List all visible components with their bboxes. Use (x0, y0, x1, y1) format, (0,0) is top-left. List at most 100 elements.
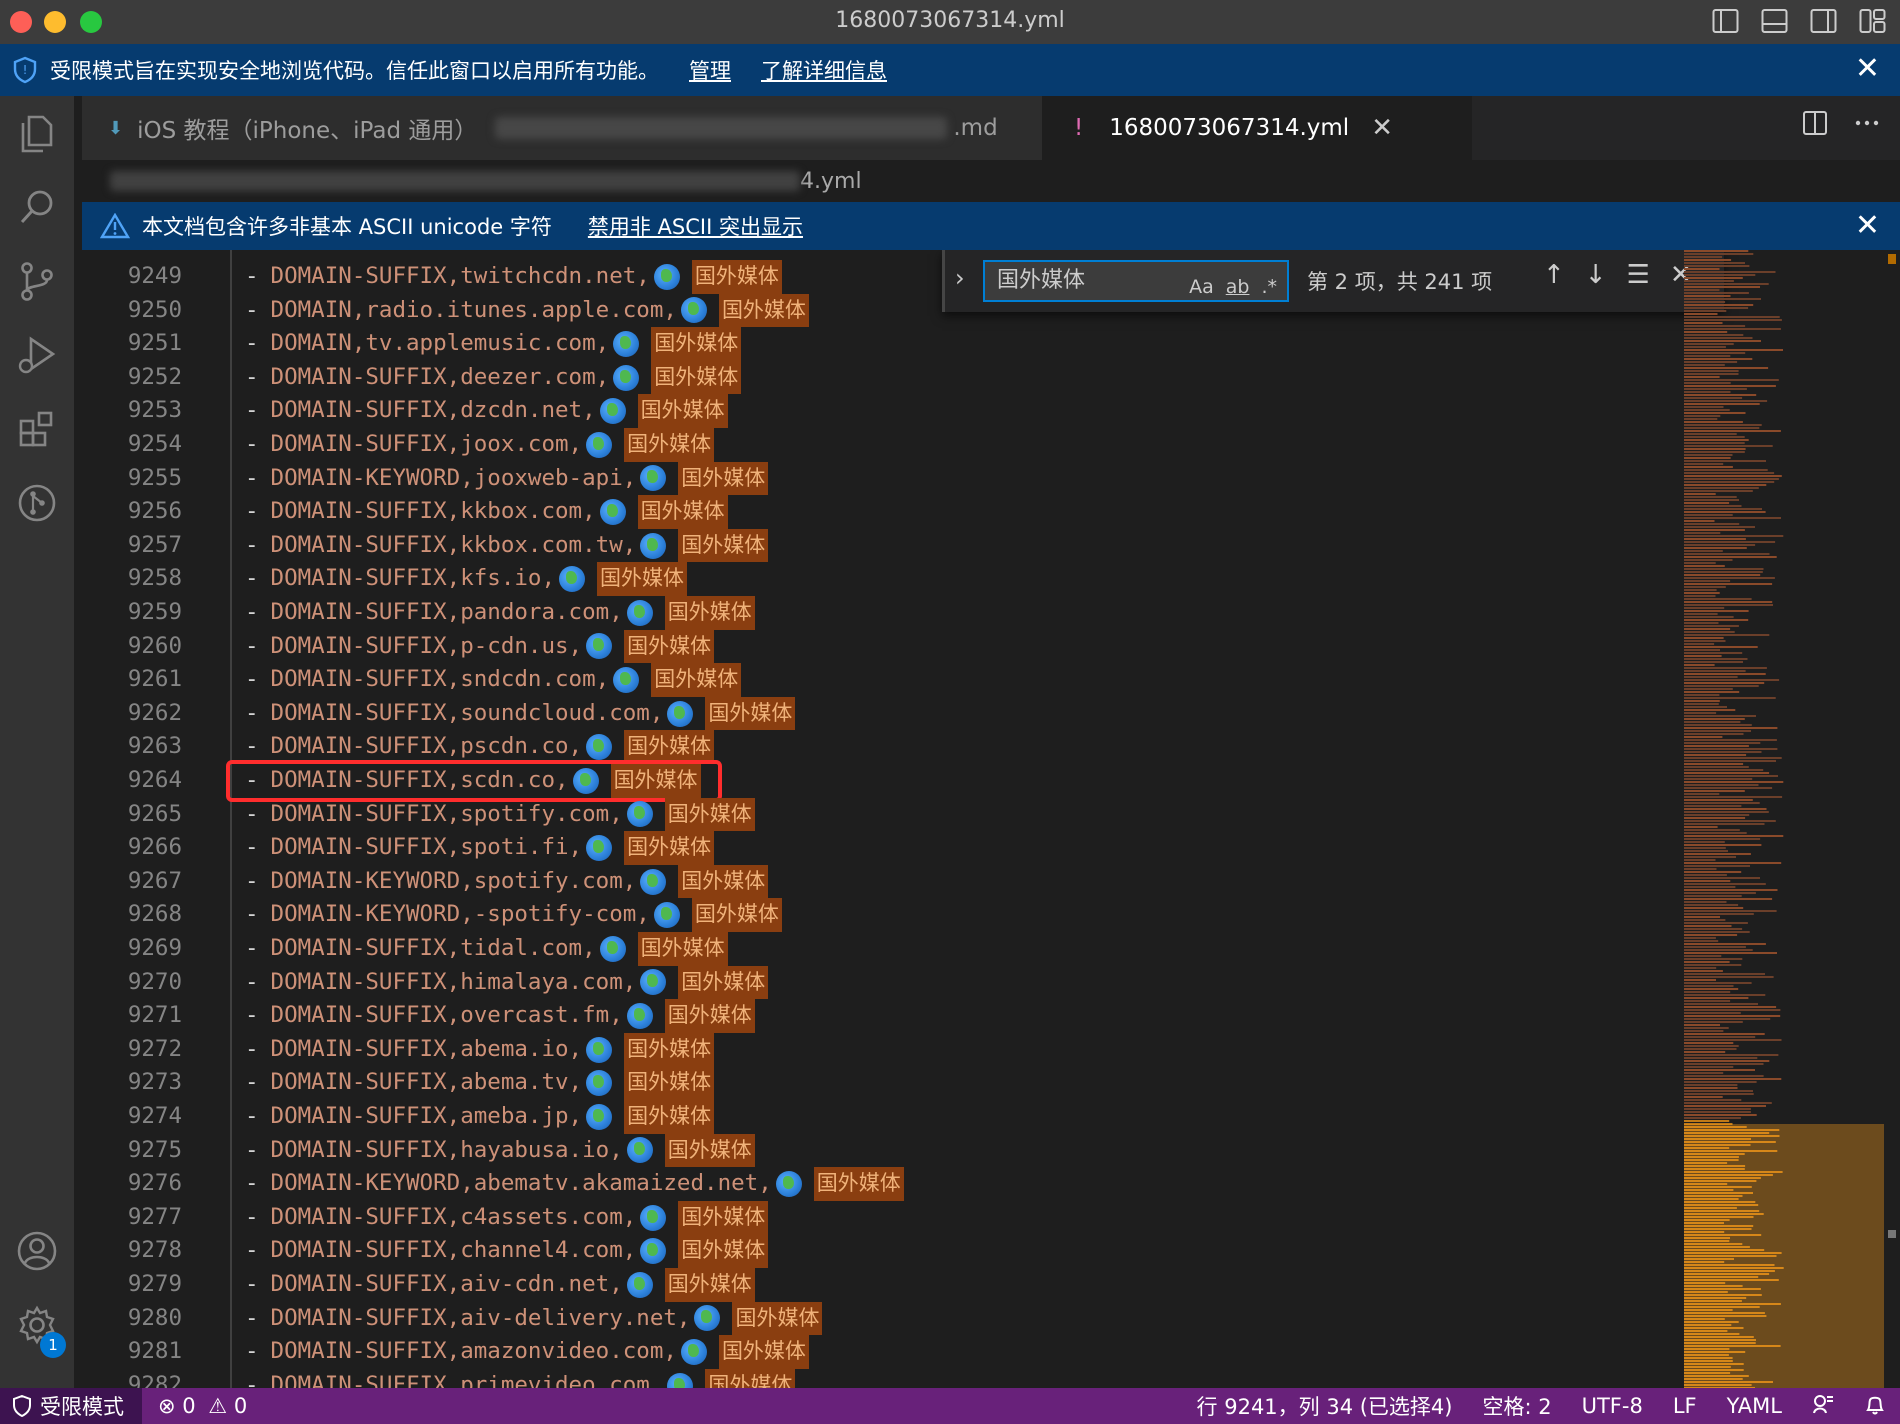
tab-ios-tutorial-md[interactable]: ⬇ iOS 教程（iPhone、iPad 通用） .md (82, 96, 1042, 160)
language-mode[interactable]: YAML (1727, 1394, 1782, 1418)
find-input[interactable]: 国外媒体 Aa ab .* (983, 260, 1289, 302)
previous-match-icon[interactable]: ↑ (1543, 260, 1565, 290)
code-line[interactable]: 9282 - DOMAIN-SUFFIX,primevideo.com, 国外媒体 (82, 1368, 1682, 1388)
notifications-bell-icon[interactable] (1864, 1393, 1886, 1420)
code-line[interactable]: 9274 - DOMAIN-SUFFIX,ameba.jp, 国外媒体 (82, 1100, 1682, 1134)
rule-text: DOMAIN-SUFFIX,overcast.fm, (270, 1002, 623, 1029)
line-number: 9268 (127, 901, 182, 928)
code-line[interactable]: 9270 - DOMAIN-SUFFIX,himalaya.com, 国外媒体 (82, 965, 1682, 1000)
code-line[interactable]: 9259 - DOMAIN-SUFFIX,pandora.com, 国外媒体 (82, 596, 1682, 630)
minimap-line (1684, 814, 1750, 816)
code-line[interactable]: 9269 - DOMAIN-SUFFIX,tidal.com, 国外媒体 (82, 932, 1682, 966)
minimap-line (1684, 892, 1756, 894)
code-line[interactable]: 9252 - DOMAIN-SUFFIX,deezer.com, 国外媒体 (82, 360, 1682, 395)
minimap-line (1684, 751, 1762, 753)
minimap-line (1684, 430, 1781, 432)
code-line[interactable]: 9262 - DOMAIN-SUFFIX,soundcloud.com, 国外媒体 (82, 696, 1682, 731)
source-control-icon[interactable] (0, 244, 74, 318)
toggle-panel-icon[interactable] (1761, 8, 1788, 34)
end-of-line[interactable]: LF (1673, 1394, 1697, 1418)
close-tab-icon[interactable]: ✕ (1371, 113, 1393, 143)
code-line[interactable]: 9271 - DOMAIN-SUFFIX,overcast.fm, 国外媒体 (82, 999, 1682, 1033)
close-icon[interactable]: ✕ (1855, 211, 1880, 241)
code-editor[interactable]: 9249- DOMAIN-SUFFIX,twitchcdn.net, 国外媒体 925… (82, 250, 1900, 1388)
code-line[interactable]: 9263 - DOMAIN-SUFFIX,pscdn.co, 国外媒体 (82, 730, 1682, 764)
search-icon[interactable] (0, 170, 74, 244)
extensions-icon[interactable] (0, 392, 74, 466)
code-line[interactable]: 9256 - DOMAIN-SUFFIX,kkbox.com, 国外媒体 (82, 495, 1682, 529)
regex-toggle[interactable]: .* (1261, 268, 1277, 306)
yaml-list-dash: - (245, 330, 259, 357)
whole-word-toggle[interactable]: ab (1226, 268, 1250, 306)
minimap-line (1684, 733, 1744, 735)
globe-emoji-icon (626, 1002, 653, 1029)
code-line[interactable]: 9267 - DOMAIN-KEYWORD,spotify.com, 国外媒体 (82, 864, 1682, 899)
code-line[interactable]: 9278 - DOMAIN-SUFFIX,channel4.com, 国外媒体 (82, 1234, 1682, 1268)
code-line[interactable]: 9253 - DOMAIN-SUFFIX,dzcdn.net, 国外媒体 (82, 394, 1682, 428)
yaml-list-dash: - (245, 599, 259, 625)
breadcrumb[interactable]: 4.yml (82, 160, 1900, 202)
code-line[interactable]: 9261 - DOMAIN-SUFFIX,sndcdn.com, 国外媒体 (82, 663, 1682, 697)
toggle-primary-sidebar-icon[interactable] (1712, 8, 1739, 34)
restricted-mode-status[interactable]: 受限模式 (0, 1388, 142, 1424)
disable-ascii-highlight-link[interactable]: 禁用非 ASCII 突出显示 (588, 211, 803, 241)
line-number: 9249 (127, 263, 182, 289)
cursor-position[interactable]: 行 9241，列 34 (已选择4) (1197, 1391, 1453, 1421)
match-case-toggle[interactable]: Aa (1189, 268, 1214, 306)
code-line[interactable]: 9276 - DOMAIN-KEYWORD,abematv.akamaized.ne… (82, 1167, 1682, 1201)
next-match-icon[interactable]: ↓ (1585, 260, 1607, 290)
split-editor-icon[interactable] (1802, 110, 1828, 140)
files-icon[interactable] (0, 96, 74, 170)
yaml-list-dash: - (245, 363, 259, 390)
toggle-secondary-sidebar-icon[interactable] (1810, 8, 1837, 34)
minimap-line (1684, 595, 1716, 597)
code-line[interactable]: 9266 - DOMAIN-SUFFIX,spoti.fi, 国外媒体 (82, 831, 1682, 865)
code-line[interactable]: 9272 - DOMAIN-SUFFIX,abema.io, 国外媒体 (82, 1032, 1682, 1067)
minimap[interactable] (1684, 250, 1884, 1388)
code-line[interactable]: 9255 - DOMAIN-KEYWORD,jooxweb-api, 国外媒体 (82, 461, 1682, 496)
learn-more-link[interactable]: 了解详细信息 (761, 55, 887, 85)
tab-suffix: .md (953, 115, 998, 141)
code-line[interactable]: 9254 - DOMAIN-SUFFIX,joox.com, 国外媒体 (82, 428, 1682, 462)
encoding[interactable]: UTF-8 (1582, 1394, 1643, 1418)
code-line[interactable]: 9258 - DOMAIN-SUFFIX,kfs.io, 国外媒体 (82, 562, 1682, 596)
code-line[interactable]: 9260 - DOMAIN-SUFFIX,p-cdn.us, 国外媒体 (82, 629, 1682, 664)
settings-gear-icon[interactable]: 1 (0, 1288, 74, 1362)
rule-text: DOMAIN-SUFFIX,aiv-cdn.net, (270, 1271, 623, 1297)
code-line[interactable]: 9277 - DOMAIN-SUFFIX,c4assets.com, 国外媒体 (82, 1200, 1682, 1235)
code-line[interactable]: 9257 - DOMAIN-SUFFIX,kkbox.com.tw, 国外媒体 (82, 528, 1682, 563)
tab-yml-file[interactable]: ! 1680073067314.yml ✕ (1042, 96, 1472, 160)
code-line[interactable]: 9251 - DOMAIN,tv.applemusic.com, 国外媒体 (82, 327, 1682, 361)
more-actions-icon[interactable] (1854, 110, 1880, 140)
code-line[interactable]: 9280 - DOMAIN-SUFFIX,aiv-delivery.net, 国外媒体 (82, 1301, 1682, 1336)
feedback-icon[interactable] (1812, 1393, 1834, 1420)
minimap-line (1684, 421, 1743, 423)
close-icon[interactable]: ✕ (1855, 54, 1880, 84)
code-line[interactable]: 9265 - DOMAIN-SUFFIX,spotify.com, 国外媒体 (82, 797, 1682, 832)
code-line[interactable]: 9279 - DOMAIN-SUFFIX,aiv-cdn.net, 国外媒体 (82, 1268, 1682, 1302)
code-content: - DOMAIN-SUFFIX,abema.io, 国外媒体 (245, 1032, 715, 1067)
minimap-line (1684, 808, 1767, 810)
remote-explorer-icon[interactable] (0, 466, 74, 540)
code-line[interactable]: 9268 - DOMAIN-KEYWORD,-spotify-com, 国外媒体 (82, 898, 1682, 932)
rule-text: DOMAIN-SUFFIX,hayabusa.io, (270, 1136, 623, 1163)
rule-text: DOMAIN-SUFFIX,deezer.com, (270, 363, 610, 390)
vertical-scrollbar[interactable] (1884, 250, 1900, 1388)
code-line[interactable]: 9273 - DOMAIN-SUFFIX,abema.tv, 国外媒体 (82, 1066, 1682, 1100)
code-line[interactable]: 9281 - DOMAIN-SUFFIX,amazonvideo.com, 国外媒体 (82, 1335, 1682, 1369)
minimap-viewport-slider[interactable] (1684, 1124, 1884, 1388)
code-line[interactable]: 9275 - DOMAIN-SUFFIX,hayabusa.io, 国外媒体 (82, 1133, 1682, 1168)
customize-layout-icon[interactable] (1859, 8, 1886, 34)
minimap-line (1684, 943, 1766, 945)
problems-status[interactable]: ⊗ 0 ⚠ 0 (158, 1394, 247, 1418)
toggle-replace-chevron-icon[interactable]: › (955, 264, 965, 292)
yaml-list-dash: - (245, 867, 259, 894)
globe-emoji-icon (775, 1170, 802, 1197)
minimap-line (1684, 1075, 1764, 1077)
manage-link[interactable]: 管理 (689, 55, 731, 85)
find-in-selection-icon[interactable]: ☰ (1627, 260, 1650, 290)
account-icon[interactable] (0, 1214, 74, 1288)
indentation[interactable]: 空格: 2 (1482, 1391, 1551, 1421)
run-debug-icon[interactable] (0, 318, 74, 392)
minimap-line (1684, 382, 1731, 384)
